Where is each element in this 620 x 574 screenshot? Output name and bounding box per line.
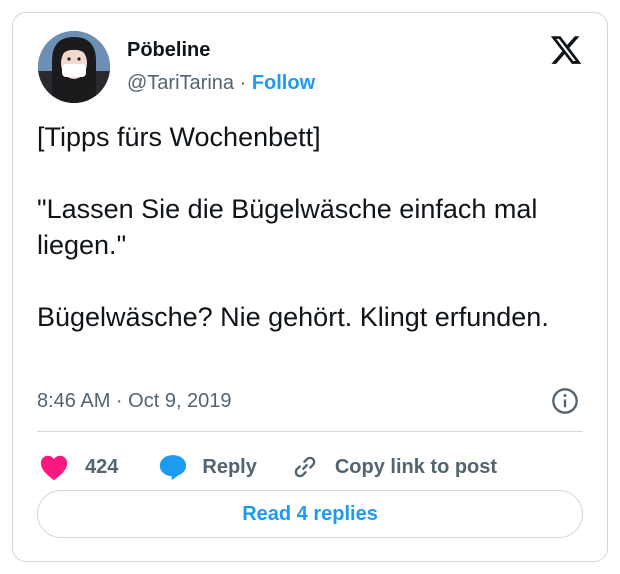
separator-dot: · [239, 72, 247, 94]
avatar-image [38, 31, 110, 103]
tweet-paragraph: "Lassen Sie die Bügelwäsche einfach mal … [37, 194, 538, 260]
link-icon [294, 456, 316, 478]
copy-link-label: Copy link to post [334, 455, 498, 478]
action-bar: 424 Reply Copy link to post [39, 447, 497, 487]
like-count: 424 [85, 455, 119, 478]
heart-icon [40, 455, 68, 481]
speech-bubble-icon [160, 455, 187, 481]
tweet-paragraph: [Tipps fürs Wochenbett] [37, 122, 321, 152]
tweet-timestamp[interactable]: 8:46 AM · Oct 9, 2019 [37, 390, 232, 413]
info-icon[interactable] [551, 387, 579, 415]
reply-label: Reply [202, 455, 257, 478]
author-name[interactable]: Pöbeline [127, 39, 210, 62]
tweet-card: Pöbeline @TariTarina · Follow [Tipps für… [12, 12, 608, 562]
avatar[interactable] [38, 31, 110, 103]
tweet-paragraph: Bügelwäsche? Nie gehört. Klingt erfunden… [37, 302, 549, 332]
read-replies-label: Read 4 replies [242, 502, 378, 525]
author-handle-row: @TariTarina · Follow [127, 72, 315, 95]
read-replies-button[interactable]: Read 4 replies [37, 490, 583, 538]
divider [37, 431, 583, 432]
follow-button[interactable]: Follow [252, 72, 315, 94]
like-button[interactable]: 424 [39, 453, 118, 481]
x-logo-icon[interactable] [549, 33, 583, 67]
copy-link-button[interactable]: Copy link to post [291, 453, 497, 481]
tweet-text: [Tipps fürs Wochenbett] "Lassen Sie die … [37, 119, 577, 335]
reply-button[interactable]: Reply [158, 453, 257, 481]
author-handle[interactable]: @TariTarina [127, 72, 234, 94]
